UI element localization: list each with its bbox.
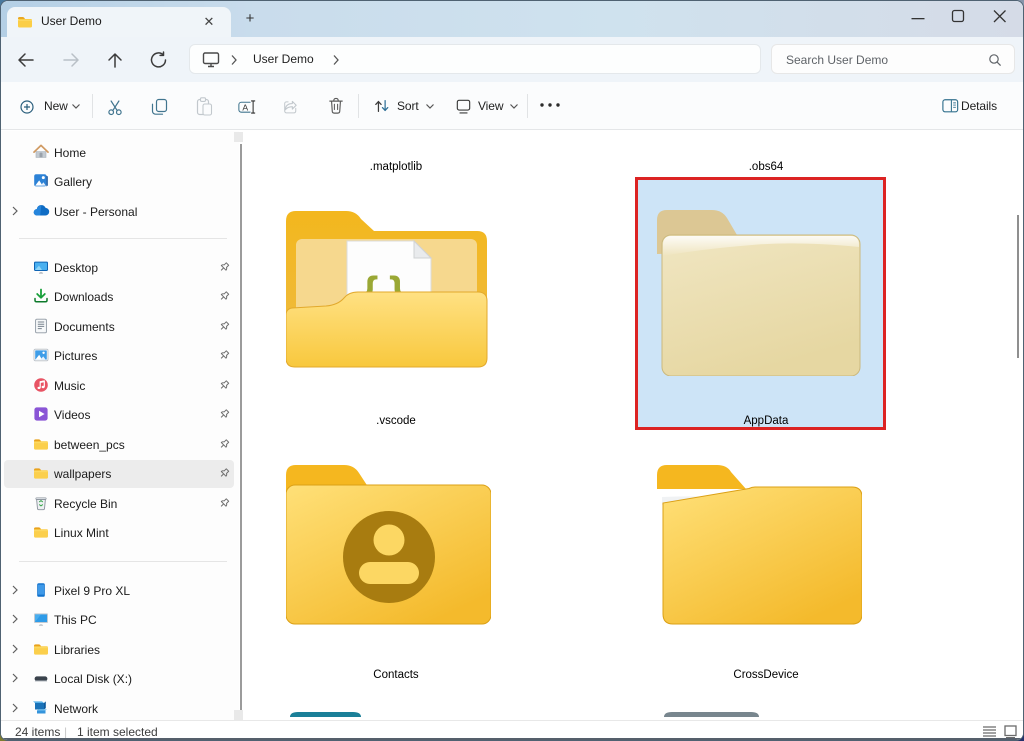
svg-text:A: A bbox=[242, 102, 248, 112]
